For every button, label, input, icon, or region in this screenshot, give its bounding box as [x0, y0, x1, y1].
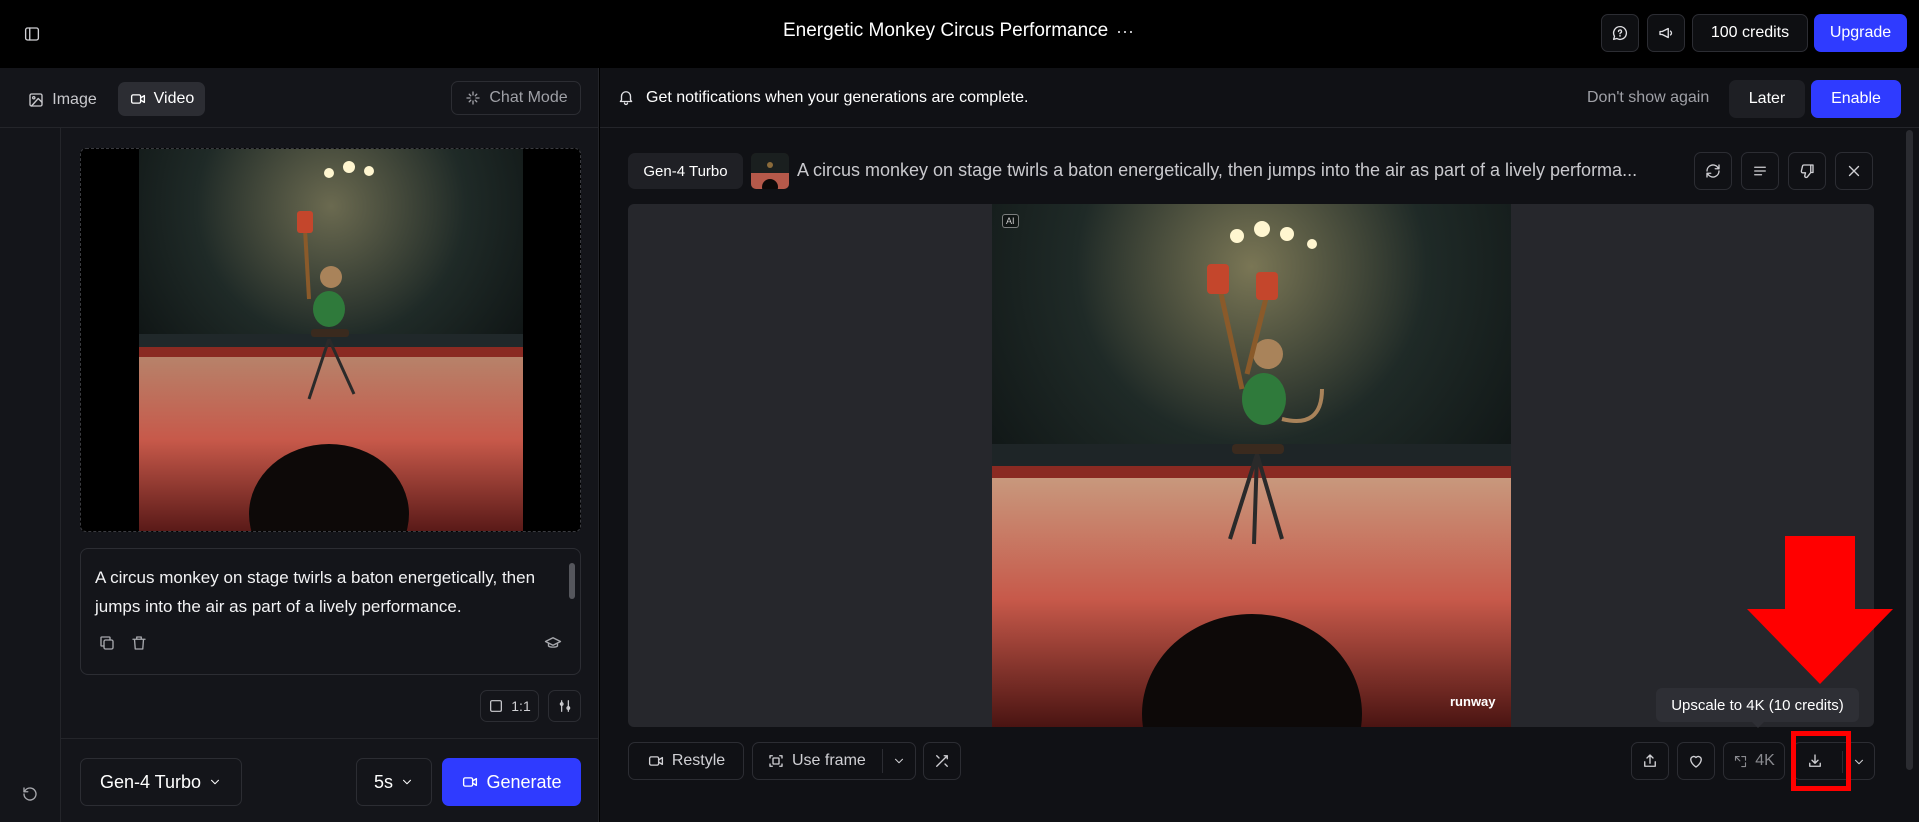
upscale-tooltip: Upscale to 4K (10 credits) — [1656, 688, 1859, 722]
generate-button-label: Generate — [486, 771, 562, 792]
video-icon — [648, 756, 663, 766]
favorite-button[interactable] — [1677, 742, 1715, 780]
credits-button[interactable]: 100 credits — [1692, 14, 1808, 52]
duration-select-label: 5s — [373, 771, 393, 792]
input-image-dropzone[interactable]: AI — [80, 148, 581, 532]
upscale-label: 4K — [1755, 752, 1775, 769]
model-badge: Gen-4 Turbo — [628, 153, 743, 189]
square-icon — [490, 700, 503, 712]
announcements-button[interactable] — [1647, 14, 1685, 52]
chevron-down-icon — [402, 779, 412, 785]
sparkle-icon — [466, 91, 481, 105]
share-icon — [1644, 754, 1656, 767]
use-frame-button[interactable]: Use frame — [752, 742, 916, 780]
trash-icon — [132, 636, 146, 650]
red-highlight-box — [1791, 731, 1851, 791]
notification-text: Get notifications when your generations … — [646, 89, 1029, 106]
tab-video[interactable]: Video — [118, 82, 205, 116]
edit-button[interactable] — [923, 742, 961, 780]
output-scrollbar[interactable] — [1906, 130, 1913, 770]
upscale-4k-button[interactable]: 4K — [1723, 742, 1785, 780]
image-icon — [29, 93, 43, 107]
bell-icon — [617, 88, 635, 106]
copy-icon — [100, 636, 114, 650]
generation-thumbnail[interactable] — [751, 153, 789, 189]
aspect-ratio-label: 1:1 — [511, 698, 531, 714]
prompt-guide-button[interactable] — [541, 631, 565, 655]
close-button[interactable] — [1835, 152, 1873, 190]
tab-video-label: Video — [153, 90, 195, 107]
sidebar-toggle-icon[interactable] — [18, 20, 46, 48]
thumbs-down-button[interactable] — [1788, 152, 1826, 190]
chat-mode-button[interactable]: Chat Mode — [451, 81, 581, 115]
more-options-icon[interactable]: ⋯ — [1116, 22, 1135, 43]
copy-button[interactable] — [95, 631, 119, 655]
upscale-icon — [1735, 755, 1747, 767]
upgrade-button[interactable]: Upgrade — [1814, 14, 1907, 52]
tab-image-label: Image — [52, 91, 97, 108]
feedback-button[interactable] — [1601, 14, 1639, 52]
prompt-box[interactable]: A circus monkey on stage twirls a baton … — [80, 548, 581, 675]
restyle-label: Restyle — [671, 752, 726, 769]
prompt-text[interactable]: A circus monkey on stage twirls a baton … — [95, 563, 550, 621]
video-icon — [463, 777, 478, 787]
page-title[interactable]: Energetic Monkey Circus Performance — [783, 20, 1108, 42]
text-lines-icon — [1754, 166, 1766, 176]
left-rail — [0, 128, 61, 822]
megaphone-icon — [1659, 27, 1673, 39]
delete-button[interactable] — [127, 631, 151, 655]
thumbs-down-icon — [1800, 164, 1814, 179]
duration-select[interactable]: 5s — [356, 758, 432, 806]
generate-button[interactable]: Generate — [442, 758, 581, 806]
history-button[interactable] — [18, 782, 42, 806]
red-arrow-annotation — [1747, 536, 1893, 684]
chevron-down-icon[interactable] — [1852, 755, 1866, 769]
frame-capture-icon — [769, 755, 783, 767]
runway-watermark: runway — [1450, 694, 1496, 709]
use-frame-label: Use frame — [792, 752, 866, 769]
share-button[interactable] — [1631, 742, 1669, 780]
later-button[interactable]: Later — [1729, 80, 1805, 118]
output-video-frame — [992, 204, 1511, 727]
tab-image[interactable]: Image — [18, 84, 106, 116]
sliders-icon — [559, 700, 570, 712]
heart-icon — [1690, 755, 1702, 768]
aspect-ratio-button[interactable]: 1:1 — [480, 690, 539, 722]
dont-show-again-link[interactable]: Don't show again — [1587, 89, 1709, 107]
close-icon — [1848, 165, 1860, 177]
input-image — [139, 149, 523, 531]
undo-icon — [23, 787, 37, 801]
video-preview[interactable]: AI runway — [992, 204, 1511, 727]
generation-prompt[interactable]: A circus monkey on stage twirls a baton … — [797, 160, 1682, 181]
enable-button[interactable]: Enable — [1811, 80, 1901, 118]
details-button[interactable] — [1741, 152, 1779, 190]
restyle-button[interactable]: Restyle — [628, 742, 744, 780]
ai-badge: AI — [1002, 214, 1019, 228]
model-select-label: Gen-4 Turbo — [99, 771, 202, 792]
prompt-scrollbar[interactable] — [569, 563, 575, 599]
tooltip-arrow — [1751, 721, 1765, 728]
video-icon — [130, 94, 145, 104]
refresh-icon — [1706, 164, 1720, 178]
graduation-cap-icon — [544, 637, 562, 648]
chat-mode-label: Chat Mode — [489, 89, 568, 106]
magic-wand-icon — [936, 755, 948, 767]
chat-help-icon — [1612, 25, 1628, 41]
model-select[interactable]: Gen-4 Turbo — [80, 758, 242, 806]
rerun-button[interactable] — [1694, 152, 1732, 190]
settings-button[interactable] — [548, 690, 581, 722]
chevron-down-icon — [894, 758, 904, 764]
chevron-down-icon — [211, 779, 220, 785]
